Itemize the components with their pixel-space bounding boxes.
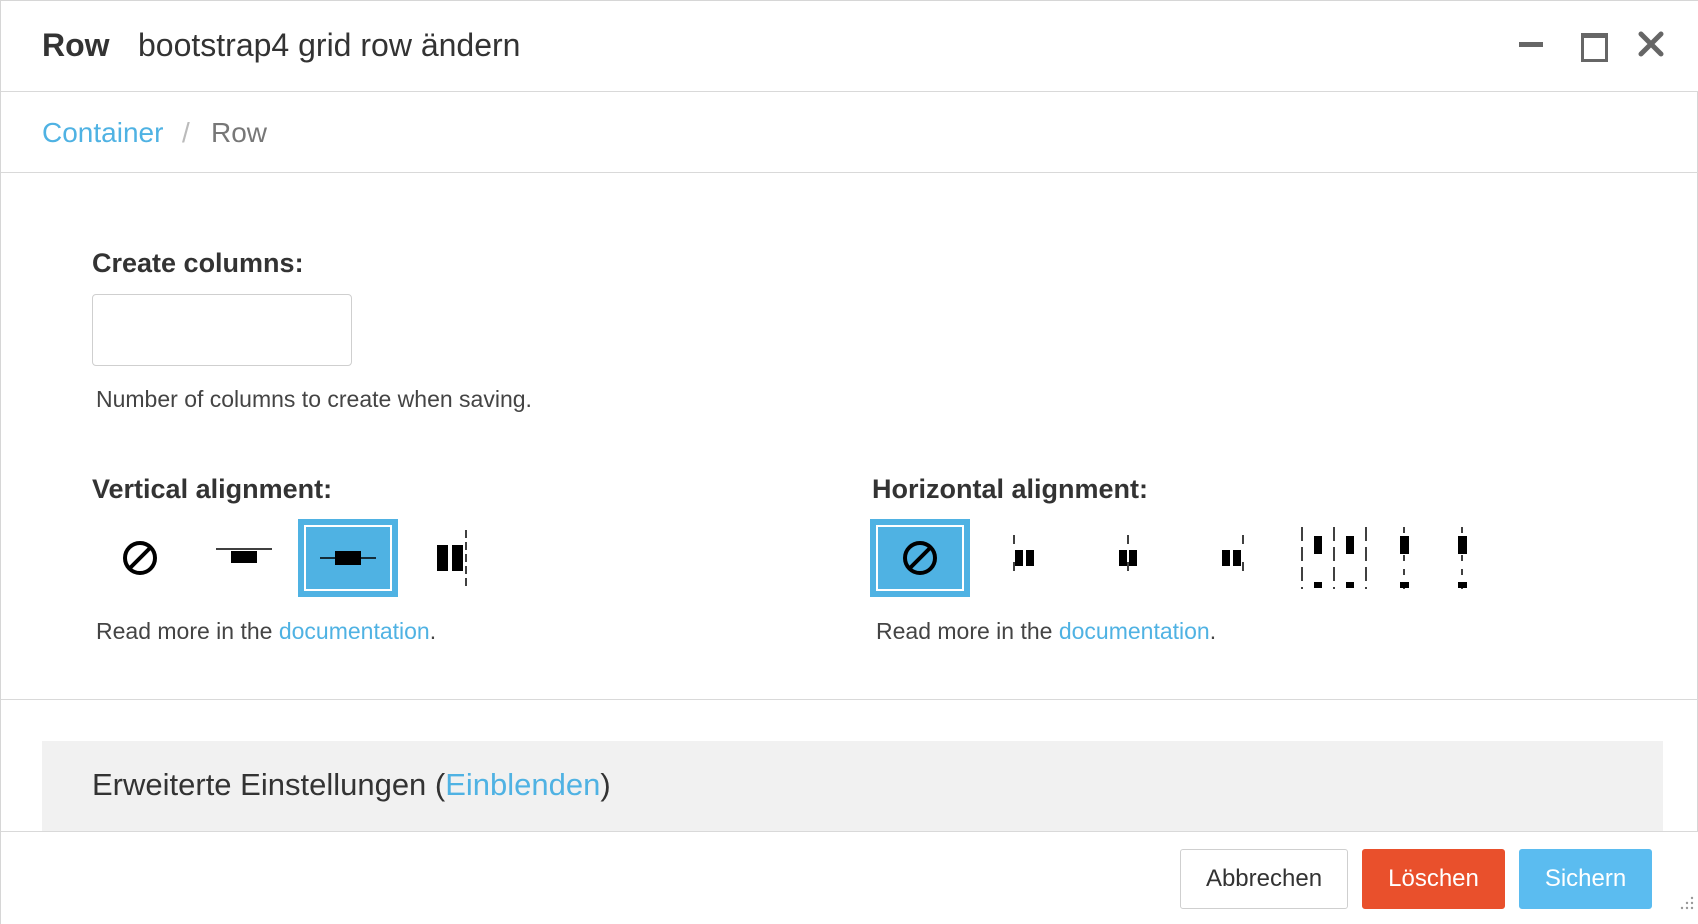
halign-none-option[interactable] xyxy=(870,519,970,597)
advanced-settings-label: Erweiterte Einstellungen ( xyxy=(92,767,446,802)
none-icon xyxy=(903,541,937,575)
align-top-icon xyxy=(216,548,272,563)
create-columns-help: Number of columns to create when saving. xyxy=(96,386,532,412)
create-columns-input[interactable] xyxy=(92,294,352,366)
advanced-settings-panel: Erweiterte Einstellungen (Einblenden) xyxy=(42,741,1663,833)
justify-center-icon xyxy=(1119,535,1137,581)
cancel-button[interactable]: Abbrechen xyxy=(1180,849,1348,909)
close-icon[interactable] xyxy=(1636,29,1666,59)
dialog-footer: Abbrechen Löschen Sichern xyxy=(1,831,1698,924)
justify-start-icon xyxy=(1013,535,1034,581)
create-columns-label: Create columns: xyxy=(92,248,304,278)
align-bottom-icon xyxy=(437,530,467,586)
advanced-settings-suffix: ) xyxy=(600,767,611,802)
valign-bottom-option[interactable] xyxy=(402,519,502,597)
halign-end-option[interactable] xyxy=(1182,519,1282,597)
advanced-settings-title: Erweiterte Einstellungen (Einblenden) xyxy=(92,767,611,803)
save-button[interactable]: Sichern xyxy=(1519,849,1652,909)
vertical-alignment-documentation-link[interactable]: documentation xyxy=(279,618,430,644)
horizontal-alignment-label: Horizontal alignment: xyxy=(872,474,1148,504)
vertical-alignment-help-suffix: . xyxy=(429,618,437,644)
halign-center-option[interactable] xyxy=(1078,519,1178,597)
valign-center-option[interactable] xyxy=(298,519,398,597)
justify-end-icon xyxy=(1222,535,1244,581)
align-center-icon xyxy=(320,551,376,565)
delete-button[interactable]: Löschen xyxy=(1362,849,1505,909)
maximize-icon[interactable] xyxy=(1578,29,1608,62)
horizontal-alignment-documentation-link[interactable]: documentation xyxy=(1059,618,1210,644)
vertical-alignment-help-text: Read more in the xyxy=(96,618,279,644)
dialog-window: Row bootstrap4 grid row ändern Container… xyxy=(0,0,1698,924)
breadcrumb-container-link[interactable]: Container xyxy=(42,117,163,149)
breadcrumb-current: Row xyxy=(211,117,268,148)
justify-between-icon xyxy=(1400,527,1467,589)
dialog-title-type: Row xyxy=(42,27,110,63)
vertical-alignment-help: Read more in the documentation. xyxy=(96,618,436,645)
dialog-title: bootstrap4 grid row ändern xyxy=(138,27,521,63)
justify-around-icon xyxy=(1301,527,1367,589)
advanced-settings-toggle[interactable]: Einblenden xyxy=(445,767,600,802)
vertical-alignment-label: Vertical alignment: xyxy=(92,474,333,504)
horizontal-alignment-help-suffix: . xyxy=(1209,618,1217,644)
dialog-header: Row bootstrap4 grid row ändern xyxy=(1,1,1698,92)
halign-around-option[interactable] xyxy=(1284,519,1384,597)
halign-between-option[interactable] xyxy=(1381,519,1481,597)
horizontal-alignment-help-text: Read more in the xyxy=(876,618,1059,644)
valign-none-option[interactable] xyxy=(90,519,190,597)
horizontal-alignment-help: Read more in the documentation. xyxy=(876,618,1216,645)
minimize-icon[interactable] xyxy=(1516,29,1546,59)
breadcrumb-separator: / xyxy=(182,117,190,148)
section-divider xyxy=(1,699,1698,700)
resize-grip-icon[interactable] xyxy=(1675,893,1695,913)
halign-start-option[interactable] xyxy=(974,519,1074,597)
valign-top-option[interactable] xyxy=(194,519,294,597)
breadcrumb: Container / Row xyxy=(1,93,1698,173)
none-icon xyxy=(123,541,157,575)
